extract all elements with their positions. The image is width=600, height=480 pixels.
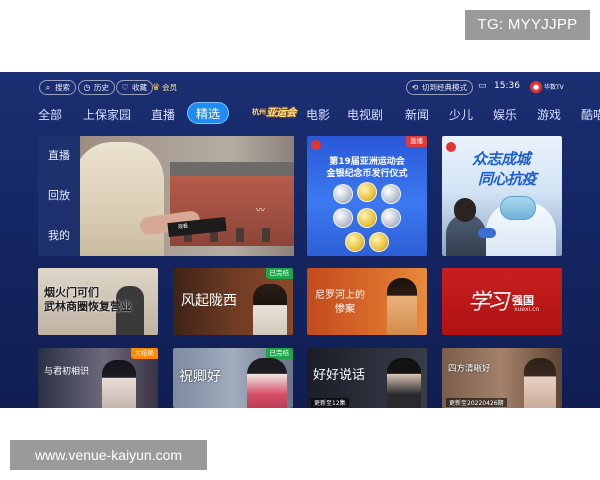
tab-games[interactable]: 游戏 xyxy=(537,106,561,123)
search-button[interactable]: ⌕ 搜索 xyxy=(39,80,76,95)
watermark-top: TG: MYYJJPP xyxy=(465,10,590,40)
brand-logo-icon: ● xyxy=(530,81,542,93)
card-variety-show-figure xyxy=(524,358,556,408)
card-xuexi-qiangguo[interactable]: 学习 强国 xuexi.cn xyxy=(442,268,562,335)
vip-label: 会员 xyxy=(162,83,178,92)
brand-logo-text: 华数TV xyxy=(544,83,564,91)
card-asian-games-title-2: 金银纪念币发行仪式 xyxy=(326,169,408,179)
favorites-button[interactable]: ♡ 收藏 xyxy=(116,80,153,95)
card-nile-title-1: 尼罗河上的 xyxy=(315,290,365,301)
heart-icon: ♡ xyxy=(121,82,129,92)
hero-video-person xyxy=(80,142,164,256)
tab-kids[interactable]: 少儿 xyxy=(449,106,473,123)
live-badge: 直播 xyxy=(406,136,427,147)
card-wulin-title-2: 武林商圈恢复营业 xyxy=(44,300,132,313)
tab-shangbao[interactable]: 上保家园 xyxy=(83,106,131,123)
card-drama-finale[interactable]: 大结局 与君初相识 xyxy=(38,348,158,408)
tab-asian-games[interactable]: 杭州 亚运会 xyxy=(252,105,312,123)
coin-icon xyxy=(369,232,389,252)
switch-icon: ⟲ xyxy=(411,82,419,92)
tab-kumiao[interactable]: 酷喵 xyxy=(581,106,600,123)
card-zhu-qing-hao[interactable]: 已完结 祝卿好 xyxy=(173,348,293,408)
card-hao-hao-shuo-hua[interactable]: 好好说话 更新至12集 xyxy=(307,348,427,408)
coin-icon xyxy=(381,208,401,228)
hero-video-phone-label: 观看 xyxy=(177,223,189,231)
completed-badge: 已完结 xyxy=(265,268,293,279)
tab-all[interactable]: 全部 xyxy=(38,106,62,123)
hero-video-calligraphy: 〰 xyxy=(256,206,266,216)
tab-movies[interactable]: 电影 xyxy=(306,106,330,123)
clock-icon: ◷ xyxy=(83,82,91,92)
card-asian-games-coin[interactable]: 直播 第19届亚洲运动会 金银纪念币发行仪式 xyxy=(307,136,427,256)
card-xuexi-domain: xuexi.cn xyxy=(514,306,540,313)
classic-mode-button[interactable]: ⟲ 切到经典模式 xyxy=(406,80,473,95)
favorites-label: 收藏 xyxy=(132,83,147,92)
classic-mode-label: 切到经典模式 xyxy=(422,83,467,92)
coin-icon xyxy=(381,184,401,204)
search-icon: ⌕ xyxy=(45,82,51,92)
card-feng-qi-long-xi-title: 风起陇西 xyxy=(181,293,237,309)
vip-button[interactable]: ♛ 会员 xyxy=(152,80,177,95)
card-zhu-qing-hao-title: 祝卿好 xyxy=(179,369,221,385)
card-anti-epidemic-title-1: 众志成城 xyxy=(472,150,531,168)
coin-icon xyxy=(357,208,377,228)
card-anti-epidemic-title-2: 同心抗疫 xyxy=(478,170,537,188)
card-zhu-qing-hao-figure xyxy=(247,358,287,408)
channel-logo-icon xyxy=(311,140,321,150)
card-death-on-the-nile[interactable]: 尼罗河上的 惨案 xyxy=(307,268,427,335)
hero-side-menu: 直播 回放 我的 xyxy=(38,136,80,256)
hero-menu-replay[interactable]: 回放 xyxy=(38,176,80,216)
coin-icon xyxy=(333,184,353,204)
card-drama-finale-title: 与君初相识 xyxy=(44,367,90,377)
card-hao-hao-shuo-hua-title: 好好说话 xyxy=(313,368,366,383)
tab-tv-series[interactable]: 电视剧 xyxy=(347,106,383,123)
card-anti-epidemic-glove xyxy=(478,228,496,238)
top-status-bar: ⌕ 搜索 ◷ 历史 ♡ 收藏 ♛ 会员 ⟲ 切到经典模式 ▭ 15:36 ● 华… xyxy=(0,72,600,100)
coin-icon xyxy=(357,182,377,202)
tv-screen: ⌕ 搜索 ◷ 历史 ♡ 收藏 ♛ 会员 ⟲ 切到经典模式 ▭ 15:36 ● 华… xyxy=(0,72,600,408)
hero-menu-live[interactable]: 直播 xyxy=(38,136,80,176)
tab-entertainment[interactable]: 娱乐 xyxy=(493,106,517,123)
category-tabs: 全部 上保家园 直播 精选 杭州 亚运会 电影 电视剧 新闻 少儿 娱乐 游戏 … xyxy=(0,102,600,128)
watermark-bottom: www.venue-kaiyun.com xyxy=(10,440,207,470)
card-variety-show-title: 四方清晰好 xyxy=(448,364,491,374)
card-nile-figure xyxy=(387,278,417,335)
history-label: 历史 xyxy=(94,83,109,92)
clock-time: 15:36 xyxy=(494,81,520,91)
building-window xyxy=(262,228,270,242)
card-hao-hao-shuo-hua-figure xyxy=(387,358,421,408)
tab-asian-games-line1: 杭州 xyxy=(252,108,266,116)
card-anti-epidemic-person-head xyxy=(454,198,476,222)
finale-badge: 大结局 xyxy=(130,348,158,359)
coin-icon xyxy=(333,208,353,228)
tab-featured[interactable]: 精选 xyxy=(187,102,230,124)
card-variety-show-update: 更新至20220426期 xyxy=(446,398,507,407)
crown-icon: ♛ xyxy=(152,82,161,93)
card-feng-qi-long-xi[interactable]: 已完结 风起陇西 xyxy=(173,268,293,335)
history-button[interactable]: ◷ 历史 xyxy=(78,80,115,95)
hero-video-player[interactable]: 观看 〰 xyxy=(80,136,294,256)
card-anti-epidemic-face-shield xyxy=(500,196,536,220)
tab-news[interactable]: 新闻 xyxy=(405,106,429,123)
card-drama-finale-figure xyxy=(102,360,136,408)
card-feng-qi-long-xi-figure xyxy=(253,284,287,335)
card-wulin-shopping[interactable]: 烟火门可们 武林商圈恢复营业 xyxy=(38,268,158,335)
card-anti-epidemic[interactable]: 众志成城 同心抗疫 xyxy=(442,136,562,256)
coin-icon xyxy=(345,232,365,252)
building-window xyxy=(236,228,244,242)
card-variety-show[interactable]: 四方清晰好 更新至20220426期 xyxy=(442,348,562,408)
brand-logo: ● 华数TV xyxy=(530,80,570,94)
channel-logo-icon xyxy=(446,142,456,152)
search-label: 搜索 xyxy=(55,83,70,92)
card-xuexi-calligraphy: 学习 xyxy=(468,290,509,315)
tv-icon: ▭ xyxy=(478,81,487,91)
hero-menu-mine[interactable]: 我的 xyxy=(38,216,80,256)
tab-asian-games-line2: 亚运会 xyxy=(266,107,297,119)
card-hao-hao-shuo-hua-update: 更新至12集 xyxy=(311,398,349,407)
card-nile-title-2: 惨案 xyxy=(335,304,355,315)
tab-live[interactable]: 直播 xyxy=(151,106,175,123)
